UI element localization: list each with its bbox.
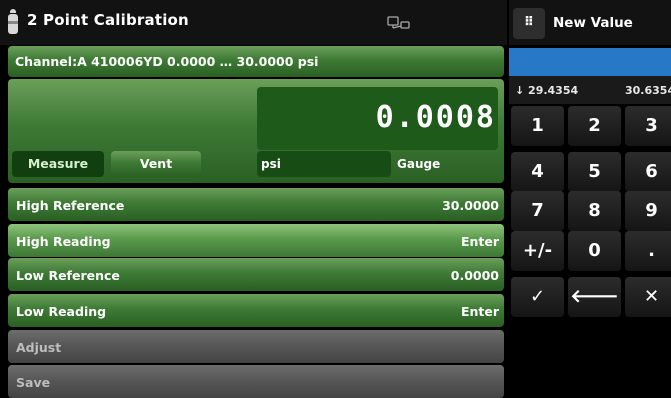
keypad-title: New Value (553, 15, 633, 31)
key-1[interactable]: 1 (511, 106, 564, 146)
row-value: 0.0000 (450, 268, 499, 283)
key-6[interactable]: 6 (625, 152, 671, 192)
key-3[interactable]: 3 (625, 106, 671, 146)
low-reference-row[interactable]: Low Reference 0.0000 (8, 258, 504, 291)
page-title: 2 Point Calibration (27, 11, 189, 29)
confirm-check-icon[interactable]: ✓ (511, 277, 564, 317)
pressure-readout: 0.0008 (375, 100, 496, 135)
key-decimal[interactable]: . (625, 231, 671, 271)
key-2[interactable]: 2 (568, 106, 621, 146)
key-8[interactable]: 8 (568, 191, 621, 231)
range-low: ↓ 29.4354 (515, 84, 579, 97)
gauge-mode-label[interactable]: Gauge (397, 157, 440, 171)
row-label: High Reference (16, 198, 125, 213)
key-9[interactable]: 9 (625, 191, 671, 231)
close-x-icon[interactable]: ✕ (625, 277, 671, 317)
thermometer-icon (8, 9, 18, 35)
channel-info-bar[interactable]: Channel:A 410006YD 0.0000 … 30.0000 psi (8, 46, 504, 77)
value-range: ↓ 29.4354 30.6354 (509, 76, 671, 104)
value-input[interactable] (509, 48, 671, 76)
unit-selector[interactable]: psi (257, 151, 391, 177)
save-row[interactable]: Save (8, 365, 504, 398)
adjust-row[interactable]: Adjust (8, 330, 504, 363)
key-7[interactable]: 7 (511, 191, 564, 231)
key-plus-minus[interactable]: +/- (511, 231, 564, 271)
row-label: Low Reading (16, 304, 107, 319)
row-value: 30.0000 (442, 198, 499, 213)
backspace-arrow-icon[interactable]: 🡐 (568, 277, 621, 317)
low-reading-row[interactable]: Low Reading Enter (8, 294, 504, 327)
key-4[interactable]: 4 (511, 152, 564, 192)
channel-label: Channel:A 410006YD 0.0000 … 30.0000 psi (15, 54, 319, 69)
row-value: Enter (460, 304, 499, 319)
row-label: Save (16, 375, 51, 390)
row-value: Enter (460, 234, 499, 249)
row-label: Low Reference (16, 268, 120, 283)
device-link-icon[interactable] (387, 16, 411, 30)
row-label: Adjust (16, 340, 62, 355)
measure-button[interactable]: Measure (12, 151, 104, 177)
range-high: 30.6354 (625, 84, 671, 97)
row-label: High Reading (16, 234, 111, 249)
key-5[interactable]: 5 (568, 152, 621, 192)
key-0[interactable]: 0 (568, 231, 621, 271)
keypad-grid-icon[interactable]: ⠿ (513, 8, 545, 39)
vent-button[interactable]: Vent (111, 151, 201, 177)
unit-label: psi (261, 157, 281, 171)
high-reading-row[interactable]: High Reading Enter (8, 224, 504, 257)
high-reference-row[interactable]: High Reference 30.0000 (8, 188, 504, 221)
